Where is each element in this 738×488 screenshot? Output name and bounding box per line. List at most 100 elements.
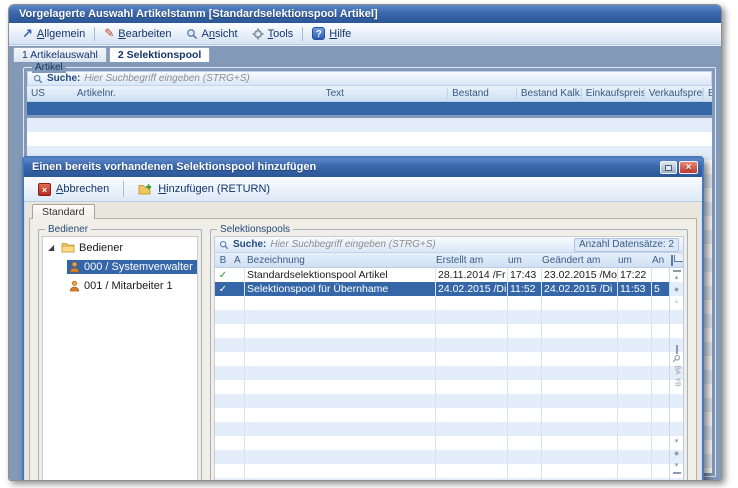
hinzufuegen-button[interactable]: Hinzufügen (RETURN) [130,180,278,198]
selektionspool-dialog: Einen bereits vorhandenen Selektionspool… [22,156,704,481]
tree-item-selection: 000 / Systemverwalter [67,260,197,274]
menu-hilfe[interactable]: ? Hilfe [305,25,358,42]
abbrechen-button[interactable]: × Abbrechen [30,180,117,199]
user-icon [69,280,80,292]
close-button[interactable]: × [679,161,698,174]
check-icon: ✓ [219,270,227,281]
record-navigation-strip: ▴ ◆ ▴ BA YB [669,268,683,481]
column-header[interactable]: Text [322,88,448,99]
column-header[interactable]: B [703,88,712,99]
pool-name: Selektionspool für Übernhame [244,283,435,295]
column-header[interactable]: An [649,255,667,266]
tree-item-mitarbeiter[interactable]: 001 / Mitarbeiter 1 [43,277,197,294]
magnifier-icon [186,28,198,40]
grid-icon[interactable] [676,345,678,354]
column-header[interactable]: US [27,88,73,99]
sort-ab-icon[interactable]: BA [671,365,683,374]
pools-search-bar[interactable]: Suche: Hier Suchbegriff eingeben (STRG+S… [215,237,683,253]
expander-icon[interactable]: ◢ [48,243,57,252]
column-header[interactable]: um [505,255,539,266]
created-date: 24.02.2015 /Di [435,283,507,295]
window-title: Vorgelagerte Auswahl Artikelstamm [Stand… [9,5,721,23]
zoom-icon[interactable] [670,354,683,363]
created-time: 11:52 [507,283,541,295]
main-content: 1 Artikelauswahl 2 Selektionspool Artike… [9,46,721,480]
tree-item-label: 000 / Systemverwalter [84,261,193,273]
arrow-up-right-icon: ↗ [22,28,33,39]
changed-time: 17:22 [617,269,651,281]
tab-selektionspool[interactable]: 2 Selektionspool [109,47,210,62]
created-date: 28.11.2014 /Fr [435,269,507,281]
menu-separator [94,27,95,41]
go-first-icon[interactable]: ▴ [673,270,681,284]
help-icon: ? [312,27,325,40]
tree-root-label: Bediener [79,242,123,254]
pool-name: Standardselektionspool Artikel [244,269,435,281]
column-header[interactable]: Verkaufspreis [644,88,703,99]
artikel-group-label: Artikel [32,62,66,73]
restore-icon [665,165,672,171]
bediener-tree: ◢ Bediener 000 / Systemverwal [42,236,198,481]
sort-yb-icon[interactable]: YB [671,377,683,386]
tree-item-selection: 001 / Mitarbeiter 1 [67,279,177,293]
pool-row-uebernahme[interactable]: ✓ Selektionspool für Übernhame 24.02.201… [215,282,669,296]
changed-date: 23.02.2015 /Mo [541,269,617,281]
restore-button[interactable] [660,161,677,174]
menu-label: Ansicht [202,28,238,40]
copy-columns-icon[interactable] [667,255,683,266]
dialog-panel: Bediener ◢ Bediener [29,218,697,481]
next-record-icon[interactable]: ▾ [670,436,683,448]
column-header[interactable]: Bestand [447,88,516,99]
folder-icon [61,242,75,253]
insert-record-icon[interactable]: ◆ [670,284,683,296]
column-header[interactable]: B [215,255,231,266]
pools-table-header: B A Bezeichnung Erstellt am um Geändert … [215,253,683,268]
tab-artikelauswahl[interactable]: 1 Artikelauswahl [13,47,107,62]
main-tab-strip: 1 Artikelauswahl 2 Selektionspool [9,46,721,62]
column-separators [215,268,669,481]
dialog-tab-strip: Standard [24,202,702,219]
selektionspools-group-label: Selektionspools [217,224,293,235]
artikel-selected-row[interactable] [27,102,712,115]
column-header[interactable]: um [615,255,649,266]
search-icon [33,74,43,84]
menu-tools[interactable]: Tools [245,26,301,42]
menu-label: Allgemein [37,28,85,40]
column-header[interactable]: Erstellt am [433,255,505,266]
artikel-search-bar[interactable]: Suche: Hier Suchbegriff eingeben (STRG+S… [27,71,712,86]
column-header[interactable]: A [231,255,244,266]
main-window: Vorgelagerte Auswahl Artikelstamm [Stand… [8,4,722,481]
user-icon [69,261,80,273]
check-icon: ✓ [219,284,227,295]
go-last-icon[interactable]: ▾ [673,460,681,474]
previous-record-icon[interactable]: ▴ [670,296,683,308]
selektionspools-group: Selektionspools Suche: Hier Suchbegriff … [210,229,688,481]
menu-ansicht[interactable]: Ansicht [179,26,245,42]
column-header[interactable]: Geändert am [539,255,615,266]
column-header[interactable]: Bezeichnung [244,255,433,266]
pool-row-standard[interactable]: ✓ Standardselektionspool Artikel 28.11.2… [215,268,669,282]
menu-bearbeiten[interactable]: ✎ Bearbeiten [97,26,178,42]
abbrechen-label: Abbrechen [56,183,109,195]
changed-date: 24.02.2015 /Di [541,283,617,295]
menu-label: Bearbeiten [118,28,171,40]
menu-allgemein[interactable]: ↗ Allgemein [15,26,92,42]
tree-item-systemverwalter[interactable]: 000 / Systemverwalter [43,258,197,275]
pools-list: ✓ Standardselektionspool Artikel 28.11.2… [215,268,683,481]
append-record-icon[interactable]: ◆ [670,448,683,460]
tab-standard[interactable]: Standard [32,204,95,219]
dialog-title: Einen bereits vorhandenen Selektionspool… [32,158,660,177]
tree-root-bediener[interactable]: ◢ Bediener [43,239,197,256]
column-header[interactable]: Artikelnr. [73,88,322,99]
search-label: Suche: [47,73,80,84]
column-header[interactable]: Bestand Kalk. [516,88,581,99]
tree-item-label: 001 / Mitarbeiter 1 [84,280,173,292]
changed-time: 11:53 [617,283,651,295]
toolbar-separator [123,181,124,197]
dialog-title-bar: Einen bereits vorhandenen Selektionspool… [24,158,702,177]
dialog-toolbar: × Abbrechen Hinzufügen (RETURN) [24,177,702,202]
nav-bottom-cluster: ▾ ◆ ▾ [670,436,683,474]
bediener-group-label: Bediener [45,224,91,235]
column-header[interactable]: Einkaufspreis [581,88,644,99]
menu-label: Hilfe [329,28,351,40]
